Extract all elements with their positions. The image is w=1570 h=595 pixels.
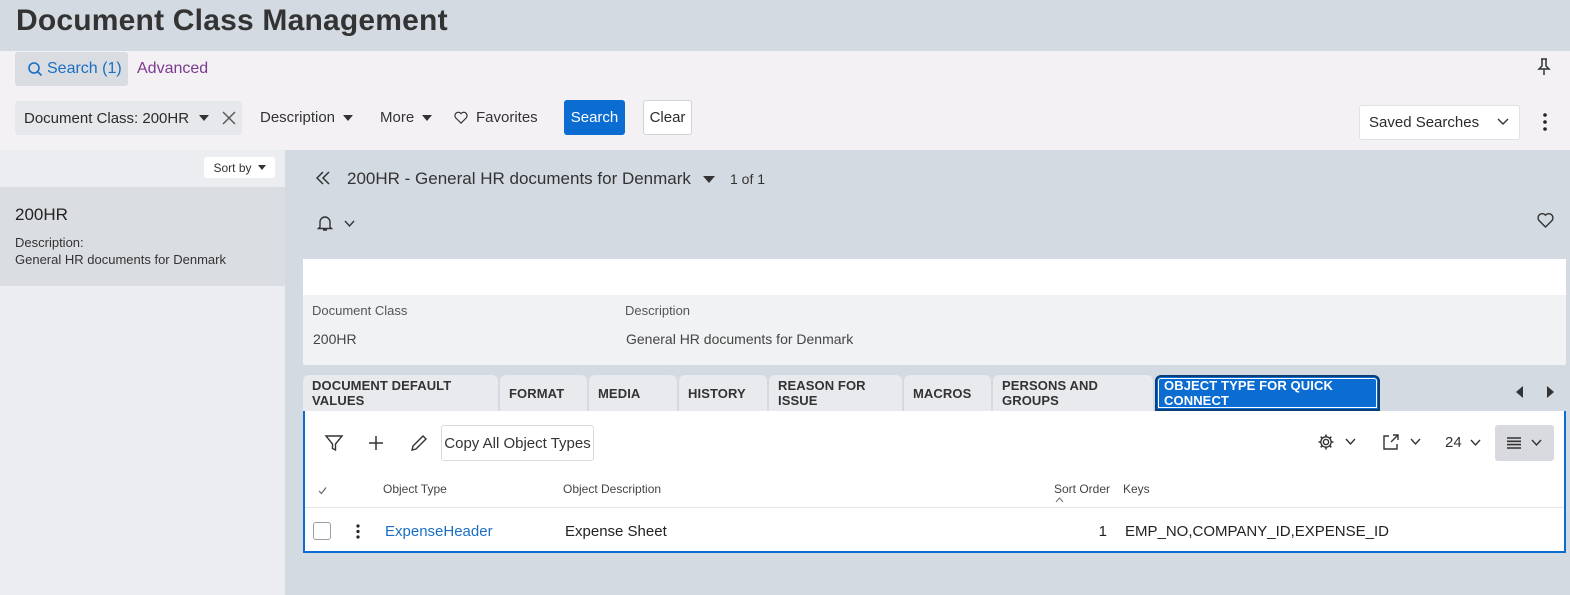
tab-persons-and-groups[interactable]: PERSONS AND GROUPS [993, 375, 1153, 411]
list-view-icon [1507, 437, 1521, 449]
chevron-down-icon [1497, 118, 1509, 125]
filter-document-class-label: Document Class: 200HR [24, 109, 190, 127]
kebab-icon[interactable] [356, 524, 360, 539]
double-chevron-left-icon[interactable] [316, 171, 330, 185]
filter-description-label: Description [260, 109, 336, 126]
favorites-label: Favorites [476, 109, 538, 126]
bell-icon[interactable] [317, 214, 333, 232]
select-all-check-icon[interactable] [318, 486, 327, 495]
search-tab[interactable]: Search (1) [15, 52, 128, 86]
tab-reason-for-issue[interactable]: REASON FOR ISSUE [769, 375, 902, 411]
search-tab-label: Search (1) [47, 60, 122, 77]
page-title: Document Class Management [16, 4, 448, 37]
pin-icon[interactable] [1536, 58, 1552, 76]
filter-description[interactable]: Description [260, 109, 354, 126]
chevron-down-icon [1410, 438, 1421, 446]
tab-macros[interactable]: MACROS [904, 375, 991, 411]
advanced-tab[interactable]: Advanced [137, 60, 208, 78]
header-divider [305, 507, 1564, 508]
grid-export-menu[interactable] [1382, 433, 1421, 451]
heart-icon[interactable] [1537, 212, 1554, 228]
field-value-document-class: 200HR [313, 331, 357, 347]
chevron-down-icon [343, 114, 354, 121]
cell-object-description: Expense Sheet [565, 523, 667, 540]
list-view-toggle[interactable] [1495, 425, 1554, 461]
list-item-description-label: Description: [15, 235, 84, 250]
saved-searches-label: Saved Searches [1369, 114, 1480, 131]
cell-sort-order: 1 [1098, 523, 1107, 540]
heart-icon [454, 111, 468, 124]
search-icon [28, 62, 43, 77]
chevron-down-icon [257, 165, 266, 170]
column-header-sort-order[interactable]: Sort Order [1054, 482, 1110, 496]
record-title: 200HR - General HR documents for Denmark [347, 169, 691, 188]
search-button[interactable]: Search [564, 100, 625, 135]
clear-button[interactable]: Clear [643, 100, 692, 135]
sort-by-button[interactable]: Sort by [204, 157, 275, 178]
favorites-button[interactable]: Favorites [454, 109, 538, 126]
grid-settings-menu[interactable] [1317, 433, 1356, 451]
chevron-down-icon [1531, 439, 1542, 447]
field-label-description: Description [625, 303, 691, 318]
tab-history[interactable]: HISTORY [679, 375, 767, 411]
sort-ascending-icon [1055, 497, 1064, 503]
field-value-description: General HR documents for Denmark [626, 331, 854, 347]
tab-scroll-left-icon[interactable] [1515, 386, 1525, 398]
filter-icon[interactable] [324, 433, 344, 453]
column-header-object-description[interactable]: Object Description [563, 482, 661, 496]
saved-searches-select[interactable]: Saved Searches [1359, 105, 1520, 140]
chevron-down-icon [1345, 438, 1356, 446]
tab-object-type-for-quick-connect[interactable]: OBJECT TYPE FOR QUICK CONNECT [1155, 375, 1380, 411]
tab-media[interactable]: MEDIA [589, 375, 677, 411]
chevron-down-icon [702, 175, 715, 183]
list-item-title: 200HR [15, 205, 68, 224]
field-label-document-class: Document Class [312, 303, 408, 318]
filter-document-class[interactable]: Document Class: 200HR [15, 101, 242, 135]
copy-all-object-types-button[interactable]: Copy All Object Types [441, 425, 594, 461]
tab-format[interactable]: FORMAT [500, 375, 587, 411]
record-count: 1 of 1 [730, 171, 766, 187]
record-selector[interactable]: 200HR - General HR documents for Denmark [347, 169, 715, 189]
export-icon [1383, 434, 1399, 450]
kebab-icon[interactable] [1543, 112, 1547, 132]
chevron-down-icon [422, 114, 433, 121]
chevron-down-icon [199, 115, 210, 121]
sort-by-label: Sort by [213, 160, 252, 175]
page-size-select[interactable]: 24 [1445, 434, 1481, 451]
row-checkbox[interactable] [313, 522, 331, 540]
tab-document-default-values[interactable]: DOCUMENT DEFAULT VALUES [303, 375, 498, 411]
column-header-object-type[interactable]: Object Type [383, 482, 447, 496]
close-icon[interactable] [222, 111, 236, 125]
cell-object-type-link[interactable]: ExpenseHeader [385, 523, 493, 540]
chevron-down-icon [1470, 439, 1481, 446]
filter-more-label: More [380, 109, 415, 126]
column-header-keys[interactable]: Keys [1123, 482, 1150, 496]
settings-icon [1318, 434, 1334, 450]
add-icon[interactable] [366, 433, 386, 453]
page-size-value: 24 [1445, 434, 1462, 451]
filter-more[interactable]: More [380, 109, 433, 126]
cell-keys: EMP_NO,COMPANY_ID,EXPENSE_ID [1125, 523, 1389, 540]
list-item-description: General HR documents for Denmark [15, 252, 226, 267]
tab-scroll-right-icon[interactable] [1545, 386, 1555, 398]
detail-card-header [303, 259, 1566, 295]
edit-icon[interactable] [409, 433, 429, 453]
chevron-down-icon[interactable] [344, 220, 355, 228]
